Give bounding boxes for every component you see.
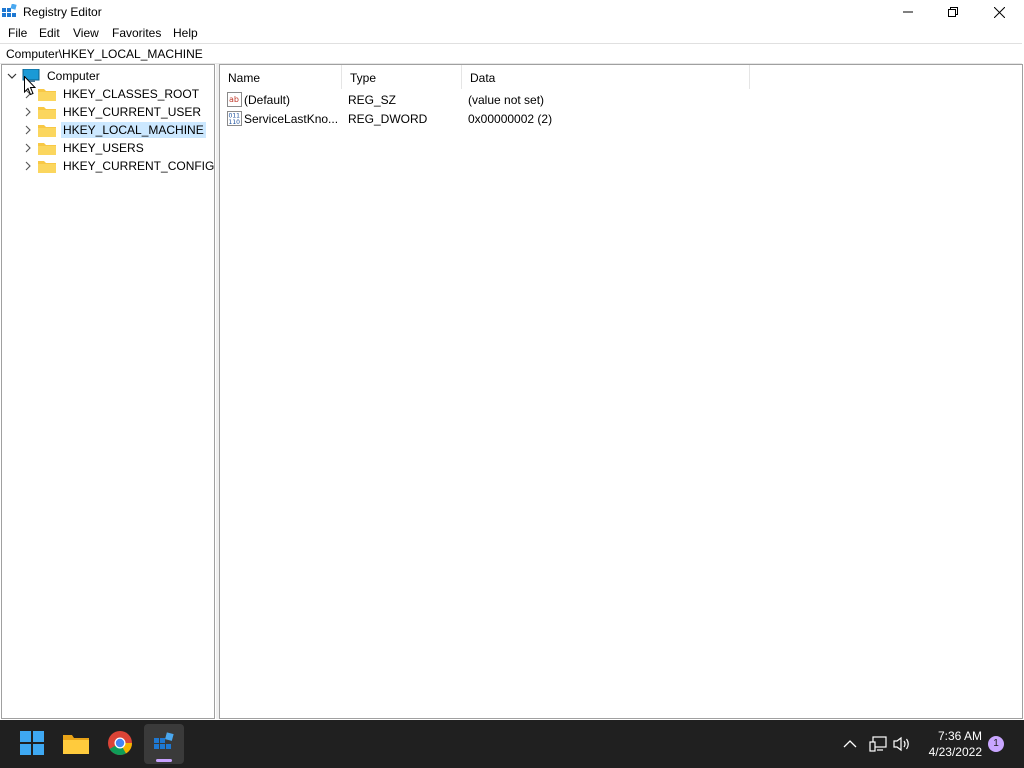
registry-editor-taskbar-button[interactable] — [144, 724, 184, 764]
string-value-icon: ab — [227, 92, 242, 107]
value-type: REG_DWORD — [348, 112, 428, 126]
file-explorer-button[interactable] — [56, 724, 96, 764]
value-name: ServiceLastKno... — [244, 112, 339, 126]
active-app-indicator — [156, 759, 172, 762]
tree-item-label[interactable]: HKEY_LOCAL_MACHINE — [61, 122, 206, 138]
chrome-button[interactable] — [100, 724, 140, 764]
registry-editor-icon — [153, 731, 175, 757]
chevron-right-icon[interactable] — [22, 124, 34, 136]
menu-help[interactable]: Help — [172, 26, 199, 40]
tree-item-hkey-current-config[interactable]: HKEY_CURRENT_CONFIG — [22, 157, 216, 175]
list-item[interactable]: ab (Default) REG_SZ (value not set) — [220, 91, 1020, 110]
tree-item-label[interactable]: HKEY_CURRENT_CONFIG — [61, 158, 216, 174]
value-data: (value not set) — [468, 93, 545, 107]
menu-edit[interactable]: Edit — [38, 26, 61, 40]
folder-icon — [38, 87, 56, 101]
menu-favorites[interactable]: Favorites — [111, 26, 162, 40]
clock[interactable]: 7:36 AM 4/23/2022 — [929, 728, 982, 760]
window-title: Registry Editor — [23, 5, 102, 19]
svg-text:110: 110 — [229, 119, 241, 126]
chevron-right-icon[interactable] — [22, 142, 34, 154]
folder-icon — [38, 105, 56, 119]
notification-badge[interactable]: 1 — [988, 736, 1004, 752]
value-type: REG_SZ — [348, 93, 397, 107]
title-bar: Registry Editor — [0, 0, 1024, 24]
key-tree-pane[interactable]: Computer HKEY_CLASSES_ROOT HKEY_CURRENT_… — [1, 64, 215, 719]
menu-file[interactable]: File — [7, 26, 28, 40]
folder-icon — [38, 141, 56, 155]
value-data: 0x00000002 (2) — [468, 112, 553, 126]
column-header-data[interactable]: Data — [462, 65, 750, 89]
clock-date: 4/23/2022 — [928, 745, 982, 759]
mouse-cursor-icon — [24, 76, 36, 96]
folder-icon — [38, 159, 56, 173]
restore-button[interactable] — [930, 0, 976, 24]
address-bar[interactable]: Computer\HKEY_LOCAL_MACHINE — [0, 43, 1022, 64]
menu-bar: File Edit View Favorites Help — [0, 24, 1024, 42]
binary-value-icon: 011 110 — [227, 111, 242, 126]
tree-item-computer[interactable]: Computer — [6, 67, 102, 85]
chevron-right-icon[interactable] — [22, 160, 34, 172]
tree-item-label[interactable]: HKEY_CURRENT_USER — [61, 104, 203, 120]
tree-item-label[interactable]: HKEY_USERS — [61, 140, 146, 156]
column-header-type[interactable]: Type — [342, 65, 462, 89]
network-icon[interactable] — [868, 734, 888, 754]
chevron-up-icon[interactable] — [840, 734, 860, 754]
start-icon — [20, 730, 44, 758]
chevron-right-icon[interactable] — [22, 106, 34, 118]
tree-item-label[interactable]: HKEY_CLASSES_ROOT — [61, 86, 201, 102]
value-name: (Default) — [244, 93, 291, 107]
values-list-pane[interactable]: Name Type Data ab (Default) REG_SZ (valu… — [219, 64, 1023, 719]
volume-icon[interactable] — [892, 734, 912, 754]
chrome-icon — [108, 730, 132, 758]
tree-item-hkey-current-user[interactable]: HKEY_CURRENT_USER — [22, 103, 203, 121]
start-button[interactable] — [12, 724, 52, 764]
file-explorer-icon — [63, 732, 89, 757]
chevron-down-icon[interactable] — [6, 70, 18, 82]
menu-view[interactable]: View — [72, 26, 100, 40]
list-item[interactable]: 011 110 ServiceLastKno... REG_DWORD 0x000… — [220, 110, 1020, 129]
tree-item-hkey-classes-root[interactable]: HKEY_CLASSES_ROOT — [22, 85, 201, 103]
taskbar: 7:36 AM 4/23/2022 — [0, 720, 1024, 768]
tree-item-hkey-local-machine[interactable]: HKEY_LOCAL_MACHINE — [22, 121, 206, 139]
registry-editor-icon — [2, 3, 17, 19]
tree-item-label[interactable]: Computer — [45, 68, 102, 84]
folder-icon — [38, 123, 56, 137]
svg-text:ab: ab — [229, 95, 239, 104]
column-header-name[interactable]: Name — [220, 65, 342, 89]
clock-time: 7:36 AM — [937, 729, 982, 743]
minimize-button[interactable] — [885, 0, 931, 24]
address-path[interactable]: Computer\HKEY_LOCAL_MACHINE — [6, 47, 203, 61]
close-button[interactable] — [976, 0, 1022, 24]
tree-item-hkey-users[interactable]: HKEY_USERS — [22, 139, 146, 157]
